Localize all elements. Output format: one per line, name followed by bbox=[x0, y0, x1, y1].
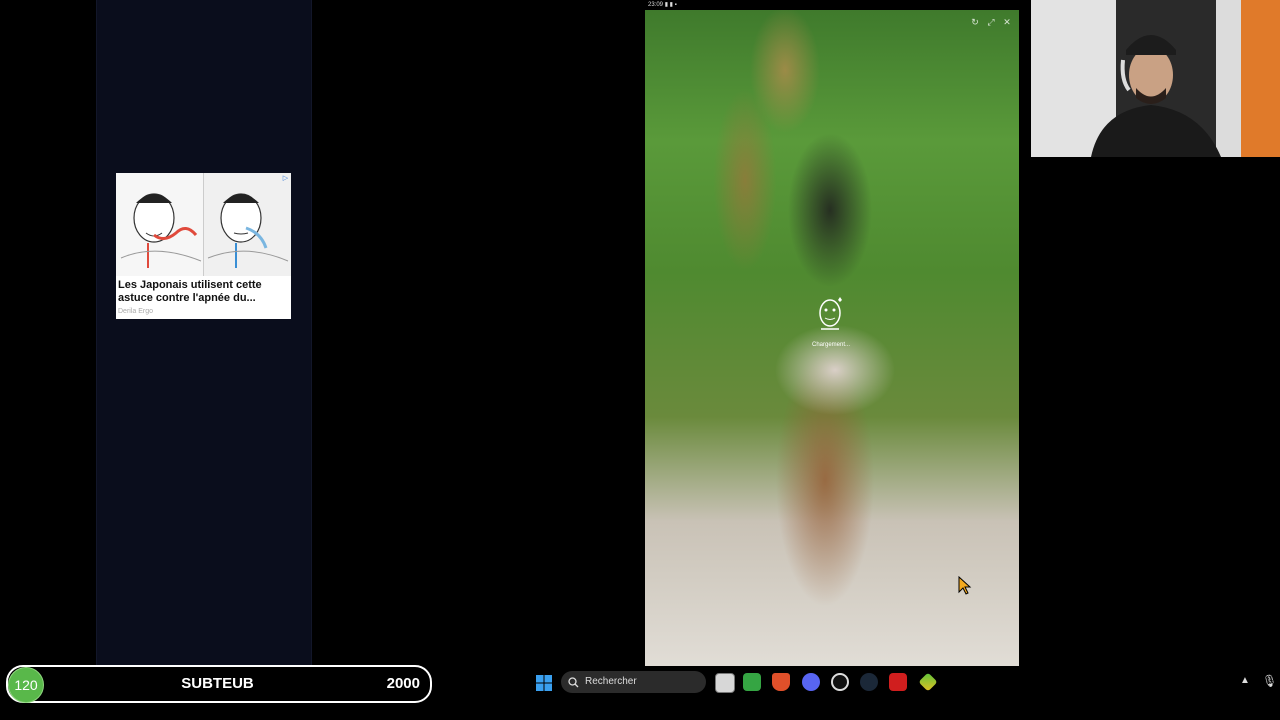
loading-mascot-icon bbox=[819, 297, 842, 330]
obs-icon[interactable] bbox=[831, 673, 849, 691]
windows-start-icon[interactable] bbox=[536, 675, 552, 691]
steam-icon[interactable] bbox=[860, 673, 878, 691]
spreadsheet-app-icon[interactable] bbox=[743, 673, 761, 691]
left-panel bbox=[96, 0, 312, 665]
loading-label: Chargement... bbox=[811, 342, 851, 348]
microphone-icon[interactable]: 🎙 bbox=[1262, 674, 1277, 688]
file-explorer-icon[interactable] bbox=[715, 673, 735, 693]
ad-title[interactable]: Les Japonais utilisent cette astuce cont… bbox=[118, 279, 288, 305]
ad-card[interactable]: ▷ Les Japonais utilisent cette astuce co… bbox=[116, 173, 291, 319]
status-icons: ▮ ▮ ▪ bbox=[664, 2, 677, 8]
search-placeholder: Rechercher bbox=[585, 676, 637, 687]
sub-count-badge: 120 bbox=[8, 667, 44, 703]
webcam-feed bbox=[1031, 0, 1280, 157]
phone-status-bar: 23:09 ▮ ▮ ▪ bbox=[645, 0, 748, 10]
ad-image: ▷ bbox=[116, 173, 291, 276]
phone-status-time: 23:09 bbox=[648, 2, 664, 8]
close-icon[interactable]: ✕ bbox=[1001, 16, 1013, 28]
expand-icon[interactable]: ⤢ bbox=[985, 16, 997, 28]
ad-choices-icon[interactable]: ▷ bbox=[281, 174, 290, 183]
tray-overflow-icon[interactable]: ▲ bbox=[1240, 675, 1250, 686]
ad-source: Derila Ergo bbox=[118, 308, 154, 315]
brave-browser-icon[interactable] bbox=[772, 673, 790, 691]
mouse-cursor-icon bbox=[958, 576, 972, 595]
refresh-icon[interactable]: ↻ bbox=[969, 16, 981, 28]
youtube-icon[interactable] bbox=[889, 673, 907, 691]
video-viewer[interactable] bbox=[645, 10, 1019, 666]
sub-goal-target: 2000 bbox=[386, 675, 420, 692]
discord-icon[interactable] bbox=[802, 673, 820, 691]
sub-goal-name: SUBTEUB bbox=[181, 675, 254, 692]
search-icon bbox=[568, 677, 579, 688]
taskbar bbox=[430, 667, 1280, 699]
